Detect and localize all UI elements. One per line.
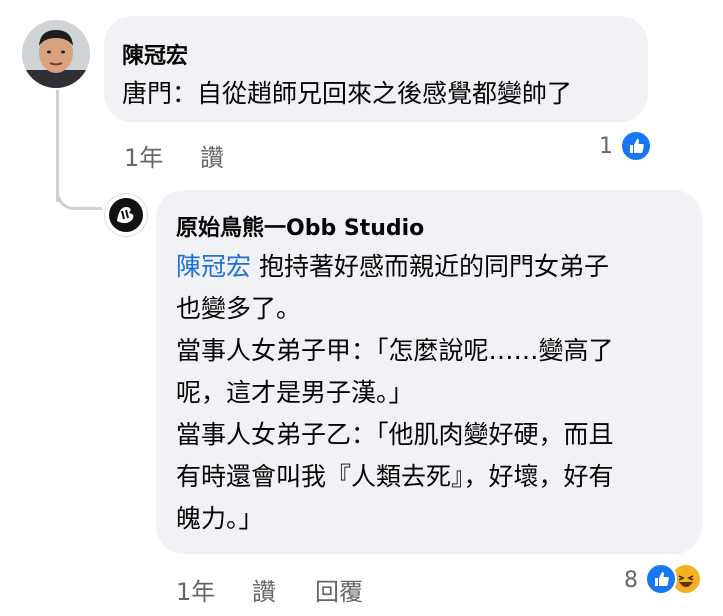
reply-text: 陳冠宏 抱持著好感而親近的同門女弟子 也變多了。 當事人女弟子甲：「怎麼說呢……… (176, 246, 696, 540)
reply-line: 有時還會叫我『人類去死』，好壞，好有 (176, 462, 614, 491)
reply-line: 抱持著好感而親近的同門女弟子 (258, 252, 609, 281)
reply-line: 呢，這才是男子漢。」 (176, 378, 414, 407)
reply-line: 當事人女弟子甲：「怎麼說呢……變高了 (176, 336, 614, 365)
reply-bubble: 原始鳥熊一Obb Studio 陳冠宏 抱持著好感而親近的同門女弟子 也變多了。… (156, 190, 702, 554)
comment-bubble: 陳冠宏 唐門：自從趙師兄回來之後感覺都變帥了 (104, 16, 648, 122)
reply-reaction-count[interactable]: 8 (624, 568, 638, 593)
reply-line: 也變多了。 (176, 294, 302, 323)
reply-button[interactable]: 回覆 (315, 572, 363, 607)
avatar-photo (22, 20, 90, 88)
reply-author[interactable]: 原始鳥熊一Obb Studio (176, 210, 424, 242)
like-icon (645, 563, 677, 595)
mention-link[interactable]: 陳冠宏 (176, 252, 251, 281)
reply-line: 魄力。」 (176, 504, 264, 533)
obb-logo-icon (109, 198, 143, 232)
reaction-count[interactable]: 1 (599, 134, 613, 159)
reply-line: 當事人女弟子乙：「他肌肉變好硬，而且 (176, 420, 614, 449)
like-icon (620, 130, 652, 162)
comment-author[interactable]: 陳冠宏 (122, 38, 188, 70)
reply-timestamp[interactable]: 1年 (176, 572, 215, 607)
comment-text: 唐門：自從趙師兄回來之後感覺都變帥了 (122, 79, 573, 108)
avatar[interactable] (22, 20, 90, 88)
page-avatar[interactable] (104, 193, 148, 237)
reply-like-button[interactable]: 讚 (252, 572, 276, 607)
comment-timestamp[interactable]: 1年 (124, 138, 163, 173)
like-button[interactable]: 讚 (200, 138, 224, 173)
thread-connector-curve (56, 186, 102, 210)
